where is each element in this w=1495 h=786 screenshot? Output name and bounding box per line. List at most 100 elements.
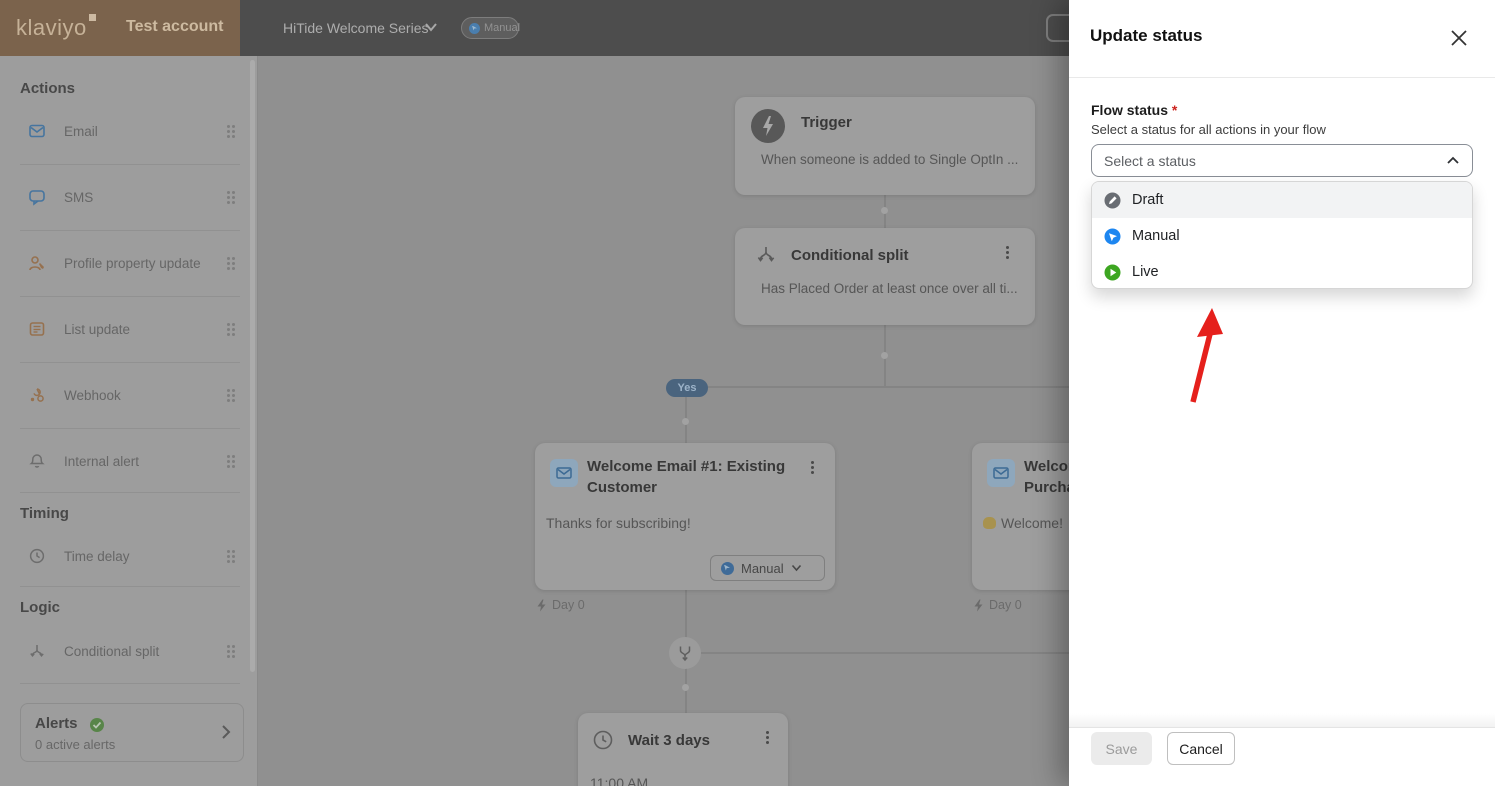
trigger-title: Trigger — [801, 112, 852, 133]
sidebar-item-list-update[interactable]: List update — [28, 309, 240, 349]
trigger-description: When someone is added to Single OptIn ..… — [761, 152, 1021, 167]
klaviyo-logo-mark — [89, 14, 96, 21]
divider — [20, 362, 240, 363]
sidebar-item-time-delay[interactable]: Time delay — [28, 536, 240, 576]
status-option-label: Manual — [1132, 228, 1180, 244]
connector-node[interactable] — [881, 207, 888, 214]
split-icon — [755, 244, 777, 266]
wait-title: Wait 3 days — [628, 730, 710, 751]
status-option-live[interactable]: Live — [1092, 254, 1472, 289]
connector-node[interactable] — [682, 684, 689, 691]
divider — [1069, 727, 1495, 728]
drag-handle-icon[interactable] — [227, 257, 230, 260]
alerts-title: Alerts — [35, 715, 78, 732]
live-status-icon — [1104, 264, 1121, 281]
klaviyo-logo: klaviyo — [16, 15, 87, 41]
divider — [1069, 77, 1495, 78]
drag-handle-icon[interactable] — [227, 125, 230, 128]
drag-handle-icon[interactable] — [227, 550, 230, 553]
draft-status-icon — [1104, 192, 1121, 209]
card-menu-icon[interactable] — [1006, 246, 1009, 249]
sidebar-item-label: Internal alert — [64, 454, 209, 469]
email1-title: Welcome Email #1: Existing Customer — [587, 456, 802, 498]
drag-handle-icon[interactable] — [227, 191, 230, 194]
conditional-split-title: Conditional split — [791, 245, 909, 266]
divider — [20, 492, 240, 493]
trigger-icon — [751, 109, 785, 143]
sidebar-item-sms[interactable]: SMS — [28, 177, 240, 217]
email2-title-line2: Purchase — [1024, 477, 1069, 498]
merge-paths-node[interactable] — [669, 637, 701, 669]
update-status-panel: Update status Flow status * Select a sta… — [1069, 0, 1495, 786]
flash-icon — [536, 599, 547, 612]
chevron-up-icon — [1446, 156, 1460, 165]
drag-handle-icon[interactable] — [227, 389, 230, 392]
panel-title: Update status — [1090, 26, 1202, 46]
email1-status-select[interactable]: Manual — [710, 555, 825, 581]
sidebar-item-webhook[interactable]: Webhook — [28, 375, 240, 415]
chevron-right-icon — [221, 724, 231, 740]
email2-day-label: Day 0 — [973, 598, 1022, 612]
trigger-card[interactable]: Trigger When someone is added to Single … — [735, 97, 1035, 195]
flow-status-badge[interactable]: Manual — [461, 17, 519, 39]
flash-icon — [973, 599, 984, 612]
email-icon — [987, 459, 1015, 487]
split-icon — [28, 642, 46, 660]
status-select[interactable]: Select a status — [1091, 144, 1473, 177]
footer-shadow — [1069, 713, 1495, 727]
email1-description: Thanks for subscribing! — [546, 515, 816, 531]
status-option-draft[interactable]: Draft — [1092, 182, 1472, 218]
connector-node[interactable] — [881, 352, 888, 359]
email2-title-line1: Welcome — [1024, 456, 1069, 477]
drag-handle-icon[interactable] — [227, 455, 230, 458]
status-option-manual[interactable]: Manual — [1092, 218, 1472, 254]
webhook-icon — [28, 386, 46, 404]
divider — [20, 164, 240, 165]
sidebar-item-profile-property-update[interactable]: Profile property update — [28, 243, 240, 283]
manual-status-icon — [469, 23, 480, 34]
flow-status-badge-label: Manual — [484, 22, 520, 34]
sms-icon — [28, 188, 46, 206]
flow-status-label: Flow status * — [1091, 102, 1177, 118]
account-name[interactable]: Test account — [126, 18, 224, 36]
drag-handle-icon[interactable] — [227, 323, 230, 326]
email2-description-row: Welcome! — [983, 515, 1069, 531]
sidebar-item-label: Email — [64, 124, 209, 139]
sidebar-item-label: SMS — [64, 190, 209, 205]
list-icon — [28, 320, 46, 338]
email2-card[interactable]: Welcome Purchase Welcome! — [972, 443, 1069, 590]
alerts-card[interactable]: Alerts 0 active alerts — [20, 703, 244, 762]
connector-node[interactable] — [682, 418, 689, 425]
chevron-down-icon[interactable] — [424, 22, 438, 32]
clock-icon — [592, 729, 614, 751]
drag-handle-icon[interactable] — [227, 645, 230, 648]
conditional-split-card[interactable]: Conditional split Has Placed Order at le… — [735, 228, 1035, 325]
sidebar-item-internal-alert[interactable]: Internal alert — [28, 441, 240, 481]
sidebar: Actions Email SMS Profile property updat… — [0, 56, 258, 786]
sidebar-item-label: Conditional split — [64, 644, 209, 659]
card-menu-icon[interactable] — [811, 461, 814, 464]
email1-day-label: Day 0 — [536, 598, 585, 612]
email1-status-label: Manual — [741, 561, 784, 576]
sidebar-item-email[interactable]: Email — [28, 111, 240, 151]
sidebar-heading-timing: Timing — [20, 505, 69, 522]
branch-line — [685, 386, 1069, 388]
sidebar-item-label: List update — [64, 322, 209, 337]
sidebar-item-conditional-split[interactable]: Conditional split — [28, 631, 240, 671]
sidebar-item-label: Profile property update — [64, 256, 209, 271]
email1-card[interactable]: Welcome Email #1: Existing Customer Than… — [535, 443, 835, 590]
flow-canvas[interactable]: Yes Trigger When someone is added to Sin… — [258, 56, 1069, 786]
status-option-label: Draft — [1132, 192, 1163, 208]
status-dropdown: Draft Manual Live — [1091, 181, 1473, 289]
cancel-button[interactable]: Cancel — [1167, 732, 1235, 765]
wait-card[interactable]: Wait 3 days 11:00 AM — [578, 713, 788, 786]
check-circle-icon — [89, 717, 105, 733]
required-asterisk: * — [1172, 102, 1177, 118]
save-button[interactable]: Save — [1091, 732, 1152, 765]
flow-name[interactable]: HiTide Welcome Series — [283, 20, 429, 36]
status-option-label: Live — [1132, 264, 1159, 280]
card-menu-icon[interactable] — [766, 731, 769, 734]
close-icon[interactable] — [1448, 27, 1470, 49]
klaviyo-flow-builder: klaviyo Test account HiTide Welcome Seri… — [0, 0, 1495, 786]
sidebar-scrollbar[interactable] — [250, 60, 255, 672]
